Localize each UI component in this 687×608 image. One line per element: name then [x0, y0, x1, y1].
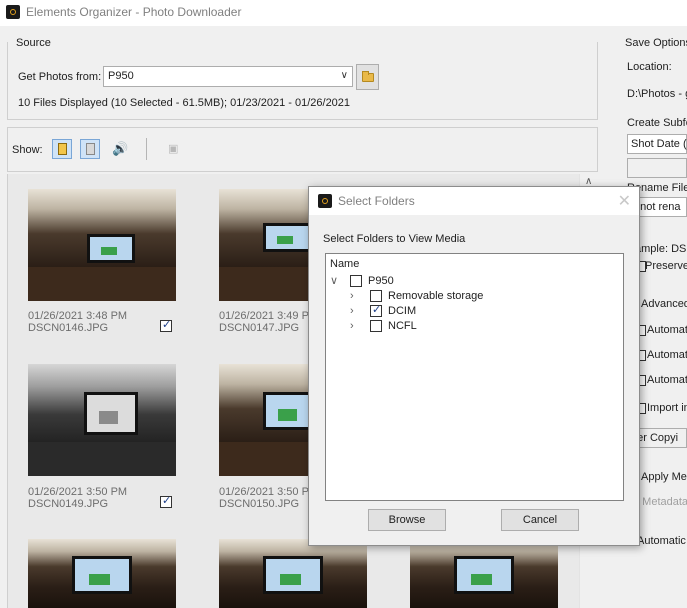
apply-metadata-label: Apply Met — [641, 471, 687, 483]
tree-item-label: P950 — [368, 275, 394, 287]
elements-organizer-icon — [6, 5, 20, 19]
cancel-button[interactable]: Cancel — [501, 509, 579, 531]
show-audio-toggle[interactable]: 🔊 — [108, 139, 128, 159]
custom-name-field[interactable] — [627, 158, 687, 178]
automat-label-3: Automat — [647, 374, 687, 386]
window-title: Elements Organizer - Photo Downloader — [26, 5, 242, 19]
automatic-label: Automatic D — [637, 535, 687, 547]
film-icon — [86, 143, 95, 155]
tree-item-dcim[interactable]: › DCIM — [330, 303, 610, 319]
thumbnail-image[interactable] — [219, 539, 367, 608]
device-select[interactable]: P950 ∨ — [103, 66, 353, 87]
photo-icon — [58, 143, 67, 155]
thumbnail-checkbox[interactable] — [160, 494, 172, 508]
tree-item-label: NCFL — [388, 320, 417, 332]
files-summary: 10 Files Displayed (10 Selected - 61.5MB… — [18, 97, 351, 109]
location-value: D:\Photos - g — [627, 88, 687, 100]
subfolder-select[interactable]: Shot Date ( — [627, 134, 687, 154]
rotate-icon: ▣ — [168, 143, 179, 155]
thumbnail-image[interactable] — [28, 189, 176, 301]
dialog-title-bar: Select Folders ✕ — [309, 187, 639, 215]
location-label: Location: — [627, 61, 672, 73]
subfolder-value: Shot Date ( — [631, 138, 687, 150]
folder-icon — [362, 71, 374, 82]
thumbnail-filename: DSCN0150.JPG — [219, 498, 300, 510]
folder-tree: Name ∨ P950 › Removable storage › DCIM ›… — [325, 253, 624, 501]
toolbar-divider — [146, 138, 147, 160]
chevron-down-icon[interactable]: ∨ — [330, 274, 340, 289]
select-folders-dialog: Select Folders ✕ Select Folders to View … — [308, 186, 640, 546]
elements-organizer-icon — [318, 194, 332, 208]
advanced-label: Advanced — [641, 298, 687, 310]
tree-item-root[interactable]: ∨ P950 — [330, 274, 610, 289]
thumbnail-filename: DSCN0146.JPG — [28, 322, 109, 334]
folder-checkbox[interactable] — [370, 320, 382, 332]
thumbnail-date: 01/26/2021 3:48 PM — [28, 310, 128, 322]
window-title-bar: Elements Organizer - Photo Downloader — [0, 0, 687, 26]
show-photos-toggle[interactable] — [52, 139, 72, 159]
browse-button[interactable]: Browse — [368, 509, 446, 531]
show-video-toggle[interactable] — [80, 139, 100, 159]
tree-header: Name — [330, 258, 360, 270]
tree-item-ncfl[interactable]: › NCFL — [330, 319, 610, 334]
speaker-icon: 🔊 — [112, 141, 129, 156]
automat-label-1: Automat — [647, 324, 687, 336]
metadata-label: o Metadata — [633, 496, 687, 508]
close-icon[interactable]: ✕ — [618, 191, 631, 211]
example-label: ample: DS — [635, 243, 687, 255]
thumbnail-image[interactable] — [28, 539, 176, 608]
thumbnail-date: 01/26/2021 3:50 PM — [28, 486, 128, 498]
root-checkbox[interactable] — [350, 275, 362, 287]
dialog-instruction: Select Folders to View Media — [323, 233, 466, 245]
import-label: Import in — [647, 402, 687, 414]
tree-item-label: Removable storage — [388, 290, 484, 302]
source-group-label: Source — [14, 37, 53, 49]
thumbnail-image[interactable] — [28, 364, 176, 476]
get-photos-label: Get Photos from: — [18, 71, 102, 83]
thumbnail-filename: DSCN0147.JPG — [219, 322, 300, 334]
device-select-value: P950 — [108, 70, 134, 82]
thumbnail-date: 01/26/2021 3:50 PM — [219, 486, 319, 498]
chevron-right-icon[interactable]: › — [350, 289, 360, 304]
thumbnail-date: 01/26/2021 3:49 PM — [219, 310, 319, 322]
preserve-label: Preserve — [645, 260, 687, 272]
tree-item-label: DCIM — [388, 305, 417, 317]
automat-label-2: Automat — [647, 349, 687, 361]
show-label: Show: — [12, 144, 43, 156]
subfolder-label: Create Subfo — [627, 117, 687, 129]
save-options-title: Save Options — [625, 37, 687, 49]
folder-checkbox[interactable] — [370, 303, 382, 318]
folder-checkbox[interactable] — [370, 290, 382, 302]
thumbnail-image[interactable] — [410, 539, 558, 608]
chevron-down-icon: ∨ — [340, 70, 348, 81]
show-toolbar: Show: 🔊 ▣ — [7, 127, 598, 172]
browse-folder-button[interactable] — [356, 64, 379, 90]
thumbnail-filename: DSCN0149.JPG — [28, 498, 109, 510]
rotate-button[interactable]: ▣ — [163, 139, 183, 159]
dialog-title: Select Folders — [338, 194, 415, 208]
thumbnail-checkbox[interactable] — [160, 318, 172, 332]
tree-item-removable-storage[interactable]: › Removable storage — [330, 289, 610, 304]
chevron-right-icon[interactable]: › — [350, 304, 360, 319]
chevron-right-icon[interactable]: › — [350, 319, 360, 334]
